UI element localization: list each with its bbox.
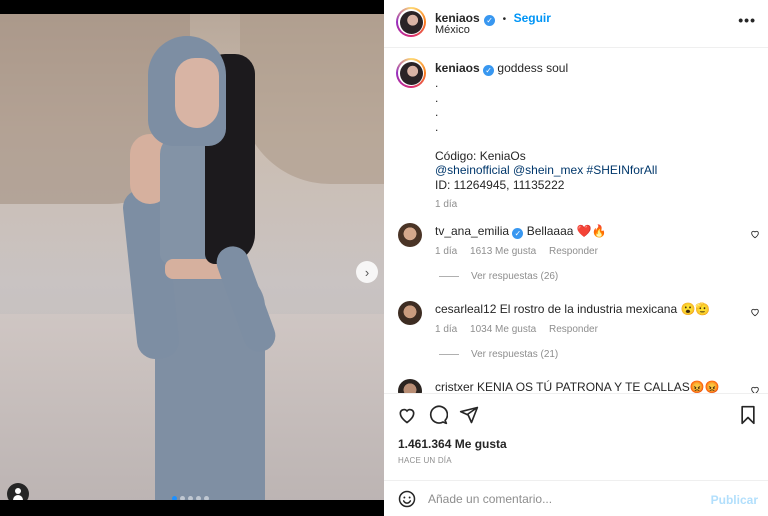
- carousel-dot: [172, 496, 177, 500]
- comment-body: Bellaaaa ❤️🔥: [526, 224, 607, 238]
- heart-icon[interactable]: [397, 405, 417, 425]
- face-shape: [175, 58, 219, 128]
- verified-icon: ✓: [484, 15, 496, 26]
- post-header: keniaos ✓ • Seguir México •••: [384, 0, 768, 48]
- verified-icon: ✓: [483, 65, 495, 76]
- carousel-indicator: [172, 496, 209, 500]
- view-replies-button[interactable]: Ver respuestas (26): [439, 271, 558, 282]
- next-arrow-icon: ›: [364, 264, 370, 280]
- comment-body: KENIA OS TÚ PATRONA Y TE CALLAS😡😡: [477, 380, 720, 393]
- add-comment-row: Publicar: [384, 480, 768, 516]
- caption-avatar[interactable]: [396, 58, 426, 88]
- caption-time: 1 día: [435, 199, 458, 210]
- user-tag-icon: [15, 488, 21, 494]
- emoji-icon[interactable]: [398, 490, 416, 508]
- author-username[interactable]: keniaos: [435, 11, 480, 25]
- commenter-username[interactable]: tv_ana_emilia: [435, 224, 509, 238]
- heart-icon[interactable]: [750, 307, 760, 317]
- caption-body: . . . . Código: KeniaOs: [435, 76, 526, 163]
- post-caption: keniaos ✓ goddess soul. . . . Código: Ke…: [435, 61, 755, 213]
- verified-icon: ✓: [512, 228, 524, 239]
- model-figure: [0, 14, 384, 500]
- comments-area[interactable]: keniaos ✓ goddess soul. . . . Código: Ke…: [384, 49, 768, 393]
- likes-count[interactable]: 1.461.364 Me gusta: [398, 437, 507, 451]
- user-tag-icon-body: [13, 495, 23, 500]
- comment-body: El rostro de la industria mexicana 😮🫡: [499, 302, 711, 316]
- view-replies-label: Ver respuestas (21): [471, 349, 559, 360]
- post-timestamp: HACE UN DÍA: [398, 456, 452, 465]
- next-image-button[interactable]: ›: [356, 261, 378, 283]
- comment-likes[interactable]: 1613 Me gusta: [470, 246, 536, 257]
- heart-icon[interactable]: [750, 385, 760, 393]
- comment-time: 1 día: [435, 246, 458, 257]
- more-options-icon[interactable]: •••: [738, 12, 756, 28]
- comment-time: 1 día: [435, 324, 458, 335]
- caption-text: goddess soul: [497, 61, 569, 75]
- user-tag-button[interactable]: [7, 483, 29, 500]
- carousel-dot: [196, 496, 201, 500]
- comment-input[interactable]: [428, 490, 698, 508]
- view-replies-label: Ver respuestas (26): [471, 271, 559, 282]
- carousel-dot: [188, 496, 193, 500]
- carousel-dot: [180, 496, 185, 500]
- share-icon[interactable]: [459, 405, 479, 425]
- publish-button[interactable]: Publicar: [711, 493, 758, 507]
- post-sidebar: keniaos ✓ • Seguir México ••• keniaos ✓ …: [384, 0, 768, 516]
- caption-username[interactable]: keniaos: [435, 61, 480, 75]
- caption-links[interactable]: @sheinofficial @shein_mex #SHEINforAll: [435, 163, 755, 178]
- carousel-dot: [204, 496, 209, 500]
- action-bar: [384, 393, 768, 433]
- reply-button[interactable]: Responder: [549, 324, 598, 335]
- comment-likes[interactable]: 1034 Me gusta: [470, 324, 536, 335]
- commenter-avatar[interactable]: [398, 379, 422, 393]
- post-location[interactable]: México: [435, 24, 470, 36]
- caption-ids: ID: 11264945, 11135222: [435, 177, 565, 192]
- comment-text: cristxer KENIA OS TÚ PATRONA Y TE CALLAS…: [435, 380, 735, 393]
- comment-icon[interactable]: [428, 405, 448, 425]
- commenter-avatar[interactable]: [398, 223, 422, 247]
- post-image[interactable]: ›: [0, 14, 384, 500]
- comment-meta: 1 día 1034 Me gusta Responder: [435, 324, 608, 335]
- reply-button[interactable]: Responder: [549, 246, 598, 257]
- view-replies-button[interactable]: Ver respuestas (21): [439, 349, 558, 360]
- comment-text: tv_ana_emilia ✓ Bellaaaa ❤️🔥: [435, 224, 735, 239]
- commenter-avatar[interactable]: [398, 301, 422, 325]
- heart-icon[interactable]: [750, 229, 760, 239]
- follow-button[interactable]: Seguir: [514, 11, 551, 25]
- commenter-username[interactable]: cristxer: [435, 380, 474, 393]
- author-avatar[interactable]: [396, 7, 426, 37]
- comment-meta: 1 día 1613 Me gusta Responder: [435, 246, 608, 257]
- bookmark-icon[interactable]: [738, 405, 758, 425]
- commenter-username[interactable]: cesarleal12: [435, 302, 496, 316]
- comment-text: cesarleal12 El rostro de la industria me…: [435, 302, 735, 317]
- separator-dot: •: [502, 14, 507, 25]
